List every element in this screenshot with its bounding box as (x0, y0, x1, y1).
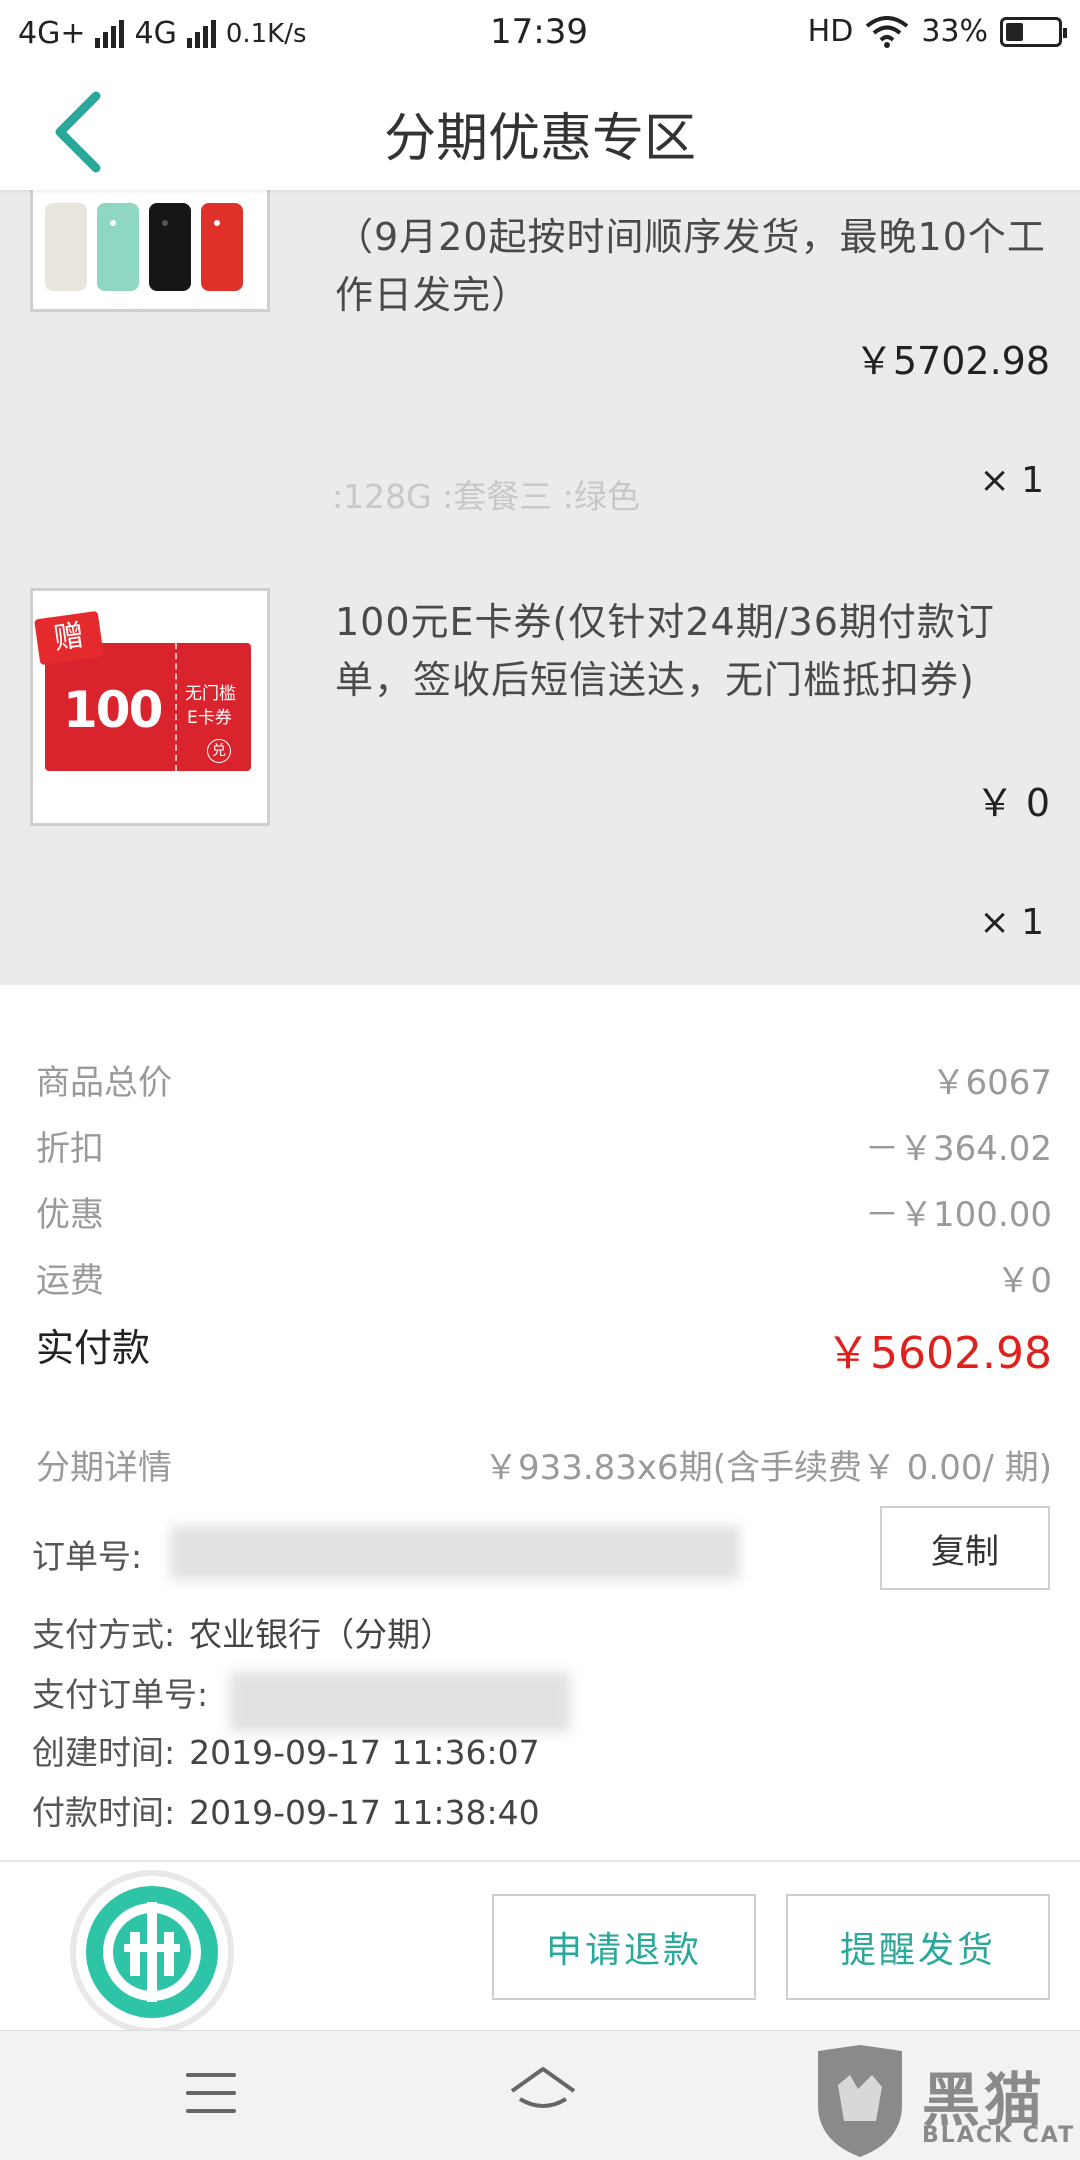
created-time-row: 创建时间: 2019-09-17 11:36:07 (32, 1726, 540, 1774)
product-title-ecard: 100元E卡券(仅针对24期/36期付款订单，签收后短信送达，无门槛抵扣券) (335, 600, 995, 702)
total-label: 实付款 (36, 1326, 151, 1370)
paid-time-row: 付款时间: 2019-09-17 11:38:40 (32, 1786, 540, 1834)
product-spec-phone: :128G :套餐三 :绿色 (332, 477, 640, 516)
copy-button[interactable]: 复制 (880, 1506, 1050, 1590)
summary-value: ￥6067 (931, 1063, 1052, 1103)
summary-label: 运费 (36, 1261, 104, 1301)
battery-icon (1000, 16, 1067, 47)
summary-row-promotion: 优惠 －￥100.00 (36, 1187, 1052, 1236)
summary-row-total: 实付款 ￥5602.98 (36, 1317, 1052, 1381)
product-price-phone: ￥5702.98 (854, 339, 1050, 383)
summary-value: －￥364.02 (865, 1129, 1052, 1169)
paid-time-label: 付款时间: (32, 1793, 176, 1832)
order-detail-screen: 4G+ 4G 0.1K/s 17:39 HD 33% 分期优惠专区 （9月20起… (0, 0, 1080, 2160)
redacted-pay-order-number (230, 1672, 570, 1732)
installment-label: 分期详情 (36, 1448, 172, 1488)
product-image-ecard[interactable]: 赠 100 无门槛 E卡券 兑 (30, 588, 270, 826)
action-bar: 申请退款 提醒发货 (0, 1860, 1080, 2034)
order-number-label: 订单号: (32, 1537, 143, 1576)
installment-value: ￥933.83x6期(含手续费￥ 0.00/ 期) (483, 1448, 1052, 1488)
signal-icon (95, 19, 125, 48)
created-time-value: 2019-09-17 11:36:07 (189, 1733, 540, 1772)
ecard-line2: E卡券 (187, 708, 232, 728)
paid-time-value: 2019-09-17 11:38:40 (189, 1793, 540, 1832)
product-price-ecard: ￥ 0 (975, 781, 1050, 825)
product-qty-ecard: × 1 (979, 902, 1044, 943)
created-time-label: 创建时间: (32, 1733, 176, 1772)
pay-order-row: 支付订单号: (32, 1668, 208, 1716)
battery-percent: 33% (921, 14, 988, 49)
summary-label: 折扣 (36, 1129, 104, 1169)
signal-icon (186, 19, 216, 48)
black-cat-watermark: 黑猫 BLACK CAT (810, 2043, 1080, 2160)
app-header: 分期优惠专区 (0, 70, 1080, 190)
ecard-corner: 兑 (207, 739, 231, 763)
menu-icon[interactable] (186, 2073, 236, 2117)
summary-value: －￥100.00 (865, 1195, 1052, 1235)
price-summary: 商品总价 ￥6067 折扣 －￥364.02 优惠 －￥100.00 运费 ￥0… (0, 1045, 1080, 1400)
ecard-amount: 100 (63, 681, 163, 739)
redacted-order-number (170, 1526, 740, 1580)
product-image-phone[interactable] (30, 190, 270, 312)
wifi-icon (866, 15, 909, 48)
network-speed: 0.1K/s (225, 18, 307, 49)
ecard-image: 赠 100 无门槛 E卡券 兑 (33, 591, 267, 823)
pay-method-value: 农业银行（分期） (189, 1615, 454, 1654)
ecard-line1: 无门槛 (185, 684, 236, 704)
status-left: 4G+ 4G 0.1K/s (18, 16, 307, 51)
pay-order-label: 支付订单号: (32, 1675, 209, 1714)
hd-indicator: HD (807, 14, 854, 49)
network-type-1: 4G+ (18, 16, 86, 51)
bank-logo-icon (86, 1886, 218, 2018)
home-icon[interactable] (508, 2063, 578, 2127)
agricultural-bank-logo[interactable] (70, 1870, 234, 2034)
summary-row-shipping: 运费 ￥0 (36, 1253, 1052, 1302)
total-amount: ￥5602.98 (826, 1328, 1052, 1379)
summary-label: 优惠 (36, 1195, 104, 1235)
ecard-divider (175, 643, 177, 771)
summary-row-subtotal: 商品总价 ￥6067 (36, 1055, 1052, 1104)
summary-row-discount: 折扣 －￥364.02 (36, 1121, 1052, 1170)
page-title: 分期优惠专区 (383, 109, 696, 169)
network-type-2: 4G (134, 16, 177, 51)
status-bar: 4G+ 4G 0.1K/s 17:39 HD 33% (0, 0, 1080, 70)
product-title-phone: （9月20起按时间顺序发货，最晚10个工作日发完） (335, 215, 1046, 317)
installment-row: 分期详情 ￥933.83x6期(含手续费￥ 0.00/ 期) (36, 1440, 1052, 1489)
system-nav-bar: 黑猫 BLACK CAT (0, 2030, 1080, 2160)
summary-value: ￥0 (996, 1261, 1052, 1301)
status-right: HD 33% (807, 14, 1067, 49)
refund-button[interactable]: 申请退款 (492, 1894, 756, 2000)
summary-label: 商品总价 (36, 1063, 172, 1103)
order-details: 分期详情 ￥933.83x6期(含手续费￥ 0.00/ 期) 订单号: 复制 支… (0, 1430, 1080, 1860)
battery-fill (1006, 22, 1023, 41)
product-list: （9月20起按时间顺序发货，最晚10个工作日发完） ￥5702.98 :128G… (0, 190, 1080, 985)
product-qty-phone: × 1 (979, 460, 1044, 501)
watermark-subtext: BLACK CAT (922, 2123, 1076, 2148)
clock: 17:39 (490, 12, 588, 52)
order-number-row: 订单号: (32, 1530, 142, 1578)
pay-method-label: 支付方式: (32, 1615, 176, 1654)
phone-colors-image (45, 203, 243, 291)
pay-method-row: 支付方式: 农业银行（分期） (32, 1608, 453, 1656)
remind-shipping-button[interactable]: 提醒发货 (786, 1894, 1050, 2000)
cat-shield-icon (818, 2045, 902, 2157)
gift-badge: 赠 (34, 610, 104, 666)
